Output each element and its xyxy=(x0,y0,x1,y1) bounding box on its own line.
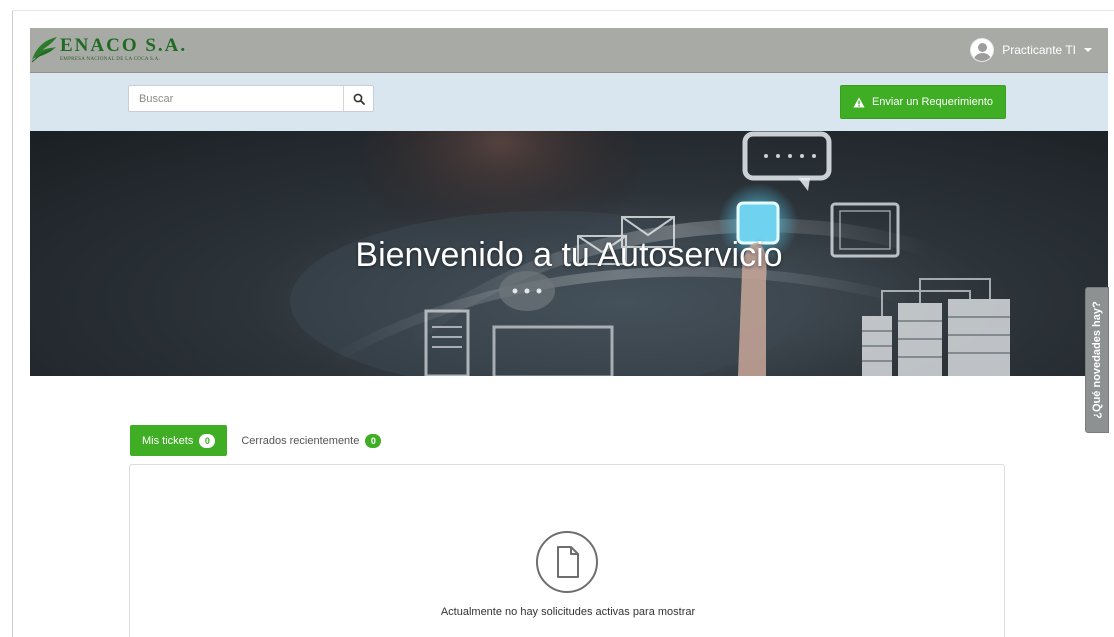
search-input[interactable] xyxy=(129,86,343,111)
tab-cerrados-recientemente[interactable]: Cerrados recientemente 0 xyxy=(227,425,393,456)
brand-subtitle: EMPRESA NACIONAL DE LA COCA S.A. xyxy=(60,56,161,62)
tab-label: Cerrados recientemente xyxy=(241,434,360,447)
count-badge: 0 xyxy=(199,433,216,448)
top-header: ENACO S.A. EMPRESA NACIONAL DE LA COCA S… xyxy=(30,28,1108,73)
whats-new-label: ¿Qué novedades hay? xyxy=(1091,301,1103,419)
search-band: Enviar un Requerimiento xyxy=(30,73,1108,131)
submit-request-label: Enviar un Requerimiento xyxy=(871,96,994,108)
document-icon xyxy=(557,546,579,578)
search-button[interactable] xyxy=(343,86,373,111)
chevron-down-icon xyxy=(1084,48,1092,52)
hero-banner: Bienvenido a tu Autoservicio xyxy=(30,131,1108,376)
user-name: Practicante TI xyxy=(1002,43,1076,57)
whats-new-tab[interactable]: ¿Qué novedades hay? xyxy=(1085,287,1109,433)
ticket-tabs: Mis tickets 0 Cerrados recientemente 0 xyxy=(130,425,393,456)
app-container: ENACO S.A. EMPRESA NACIONAL DE LA COCA S… xyxy=(30,28,1108,637)
empty-state-message: Actualmente no hay solicitudes activas p… xyxy=(440,606,696,618)
avatar-icon xyxy=(970,38,995,62)
search-box xyxy=(128,85,374,112)
leaf-logo-icon xyxy=(31,37,57,63)
enaco-logo[interactable]: ENACO S.A. EMPRESA NACIONAL DE LA COCA S… xyxy=(30,31,187,67)
window-frame-top xyxy=(12,10,1114,11)
empty-document-icon xyxy=(536,531,598,593)
user-menu[interactable]: Practicante TI xyxy=(970,35,1092,65)
brand-name: ENACO S.A. xyxy=(60,34,188,56)
count-badge: 0 xyxy=(365,433,382,448)
window-frame-left xyxy=(12,10,13,637)
hero-title: Bienvenido a tu Autoservicio xyxy=(355,236,783,274)
tab-mis-tickets[interactable]: Mis tickets 0 xyxy=(130,425,228,456)
tab-label: Mis tickets xyxy=(142,434,194,447)
search-icon xyxy=(353,93,365,105)
tickets-panel: Actualmente no hay solicitudes activas p… xyxy=(129,464,1005,637)
warning-icon xyxy=(853,97,865,107)
submit-request-button[interactable]: Enviar un Requerimiento xyxy=(840,85,1006,119)
